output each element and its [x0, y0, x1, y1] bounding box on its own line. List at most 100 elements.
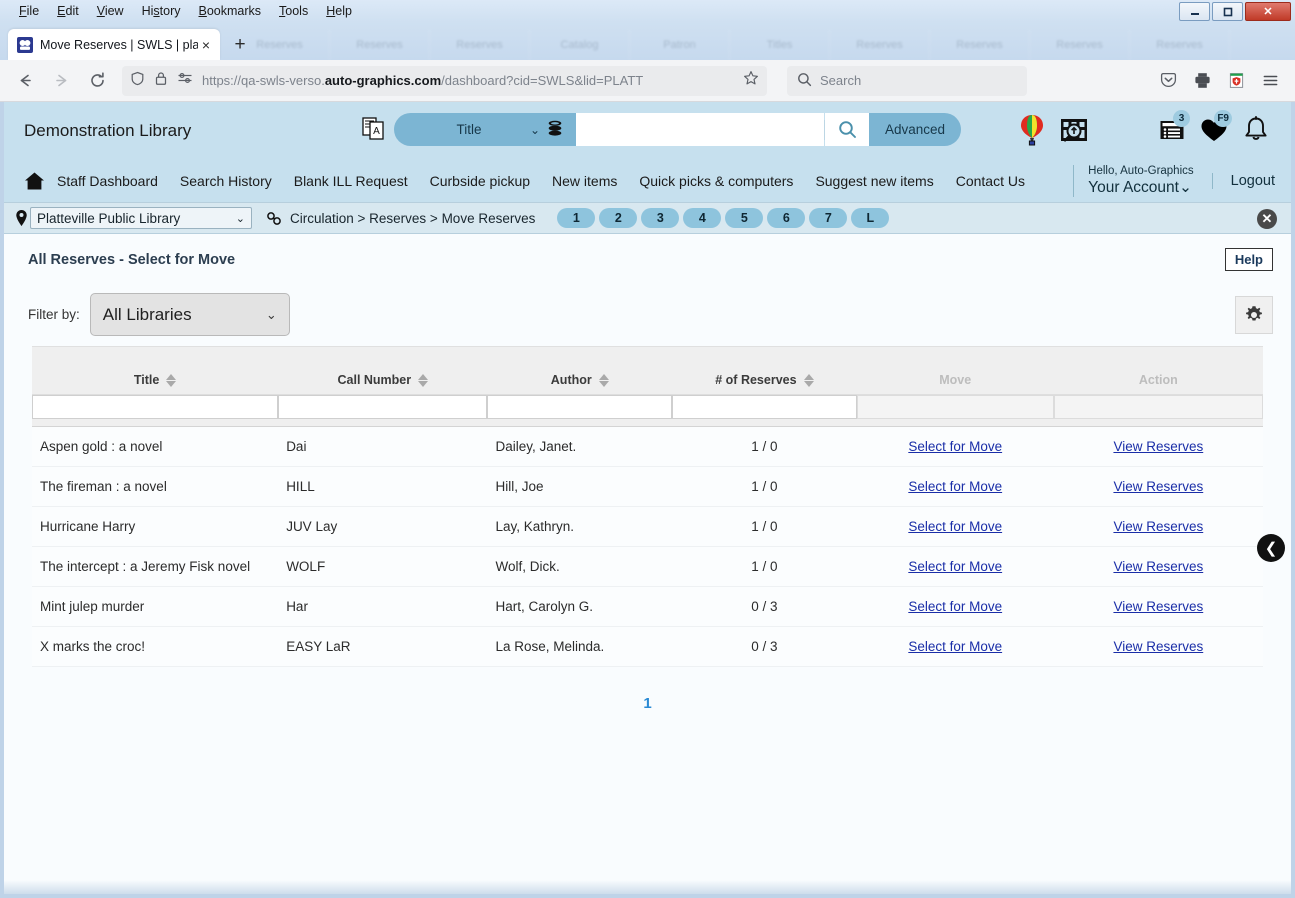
my-lists-icon[interactable]: 3 — [1155, 110, 1190, 150]
menu-tools[interactable]: Tools — [270, 4, 317, 18]
menu-edit[interactable]: Edit — [48, 4, 88, 18]
quick-nav-7[interactable]: 7 — [809, 208, 848, 228]
favorites-badge: F9 — [1214, 110, 1232, 127]
select-for-move-link[interactable]: Select for Move — [908, 599, 1002, 614]
nav-link-blank-ill-request[interactable]: Blank ILL Request — [294, 173, 408, 189]
filter-by-select[interactable]: All Libraries ⌄ — [89, 293, 290, 336]
cell-call-number: EASY LaR — [278, 626, 488, 667]
filter-row: Filter by: All Libraries ⌄ — [4, 281, 1291, 346]
menu-bookmarks[interactable]: Bookmarks — [190, 4, 271, 18]
filter-input-num-reserves[interactable] — [672, 395, 857, 419]
extension-icon[interactable] — [1221, 66, 1251, 96]
view-reserves-link[interactable]: View Reserves — [1113, 439, 1203, 454]
view-reserves-link[interactable]: View Reserves — [1113, 559, 1203, 574]
nav-link-contact-us[interactable]: Contact Us — [956, 173, 1025, 189]
select-for-move-link[interactable]: Select for Move — [908, 519, 1002, 534]
page-number-1[interactable]: 1 — [643, 695, 651, 712]
quick-nav-2[interactable]: 2 — [599, 208, 638, 228]
col-header-call-number[interactable]: Call Number — [278, 346, 488, 395]
search-input[interactable] — [576, 113, 824, 146]
address-bar[interactable]: https://qa-swls-verso.auto-graphics.com/… — [122, 65, 767, 96]
browser-tab-active[interactable]: Move Reserves | SWLS | platt | A × — [8, 29, 220, 60]
filter-input-call-number[interactable] — [278, 395, 488, 419]
view-reserves-link[interactable]: View Reserves — [1113, 479, 1203, 494]
nav-link-suggest-new-items[interactable]: Suggest new items — [815, 173, 933, 189]
col-header-num-reserves[interactable]: # of Reserves — [672, 346, 857, 395]
filter-input-title[interactable] — [32, 395, 279, 419]
advanced-search-button[interactable]: Advanced — [869, 113, 962, 146]
select-for-move-link[interactable]: Select for Move — [908, 439, 1002, 454]
permissions-icon[interactable] — [177, 71, 193, 90]
home-icon[interactable] — [24, 171, 45, 191]
quick-nav-3[interactable]: 3 — [641, 208, 680, 228]
minimize-button[interactable] — [1179, 2, 1210, 21]
shield-icon[interactable] — [130, 71, 145, 91]
nav-link-new-items[interactable]: New items — [552, 173, 617, 189]
logout-link[interactable]: Logout — [1211, 173, 1275, 189]
sort-icon[interactable] — [598, 373, 609, 387]
cell-author: La Rose, Melinda. — [487, 626, 673, 667]
table-row: Hurricane Harry JUV Lay Lay, Kathryn. 1 … — [32, 506, 1263, 547]
ghost-tab: Reserves — [1130, 29, 1230, 60]
view-reserves-link[interactable]: View Reserves — [1113, 519, 1203, 534]
view-reserves-link[interactable]: View Reserves — [1113, 639, 1203, 654]
quick-nav-6[interactable]: 6 — [767, 208, 806, 228]
explore-icon[interactable] — [1057, 110, 1091, 150]
sort-icon[interactable] — [166, 373, 177, 387]
browser-search-box[interactable]: Search — [787, 65, 1027, 96]
help-button[interactable]: Help — [1224, 248, 1273, 271]
select-for-move-link[interactable]: Select for Move — [908, 559, 1002, 574]
filter-input-author[interactable] — [487, 395, 673, 419]
notifications-bell-icon[interactable] — [1239, 110, 1273, 150]
ghost-tab: Reserves — [330, 29, 430, 60]
new-tab-button[interactable]: + — [224, 29, 256, 60]
view-reserves-link[interactable]: View Reserves — [1113, 599, 1203, 614]
quick-nav-l[interactable]: L — [851, 208, 890, 228]
library-select-value: Platteville Public Library — [37, 210, 181, 226]
lock-icon[interactable] — [154, 71, 168, 91]
nav-link-quick-picks-computers[interactable]: Quick picks & computers — [639, 173, 793, 189]
menu-history[interactable]: History — [133, 4, 190, 18]
quick-nav-4[interactable]: 4 — [683, 208, 722, 228]
database-icon[interactable] — [544, 120, 566, 139]
panel-collapse-button[interactable]: ❮ — [1257, 534, 1285, 562]
sort-icon[interactable] — [418, 373, 429, 387]
close-tab-icon[interactable]: × — [198, 37, 214, 53]
col-header-title[interactable]: Title — [32, 346, 279, 395]
translate-icon[interactable]: A — [361, 116, 386, 143]
filter-by-value: All Libraries — [102, 304, 192, 324]
print-icon[interactable] — [1187, 66, 1217, 96]
filter-label: Filter by: — [28, 307, 80, 322]
balloon-icon[interactable] — [1015, 110, 1049, 150]
nav-link-search-history[interactable]: Search History — [180, 173, 272, 189]
close-window-button[interactable]: ✕ — [1245, 2, 1291, 21]
pocket-icon[interactable] — [1153, 66, 1183, 96]
settings-gear-button[interactable] — [1235, 295, 1273, 334]
favorites-heart-icon[interactable]: F9 — [1197, 110, 1232, 150]
maximize-button[interactable] — [1212, 2, 1243, 21]
your-account-menu[interactable]: Hello, Auto-Graphics Your Account⌄ — [1073, 165, 1211, 197]
back-button[interactable] — [10, 66, 40, 96]
star-icon[interactable] — [743, 70, 759, 91]
menu-file[interactable]: File — [10, 4, 48, 18]
library-select[interactable]: Platteville Public Library ⌄ — [30, 207, 252, 229]
menu-view[interactable]: View — [88, 4, 133, 18]
nav-link-curbside-pickup[interactable]: Curbside pickup — [430, 173, 530, 189]
close-icon[interactable]: ✕ — [1257, 209, 1277, 229]
select-for-move-link[interactable]: Select for Move — [908, 639, 1002, 654]
cell-title: Hurricane Harry — [32, 506, 279, 547]
menu-help[interactable]: Help — [317, 4, 361, 18]
reload-button[interactable] — [82, 66, 112, 96]
search-submit-button[interactable] — [825, 113, 869, 146]
col-header-author[interactable]: Author — [487, 346, 673, 395]
sort-icon[interactable] — [803, 373, 814, 387]
nav-link-staff-dashboard[interactable]: Staff Dashboard — [57, 173, 158, 189]
forward-button[interactable] — [46, 66, 76, 96]
location-pin-icon — [12, 209, 30, 227]
quick-nav-1[interactable]: 1 — [557, 208, 596, 228]
select-for-move-link[interactable]: Select for Move — [908, 479, 1002, 494]
search-scope-select[interactable]: Title ⌄ — [394, 113, 544, 146]
menu-icon[interactable] — [1255, 66, 1285, 96]
quick-nav-5[interactable]: 5 — [725, 208, 764, 228]
context-subbar: Platteville Public Library ⌄ Circulation… — [4, 202, 1291, 234]
